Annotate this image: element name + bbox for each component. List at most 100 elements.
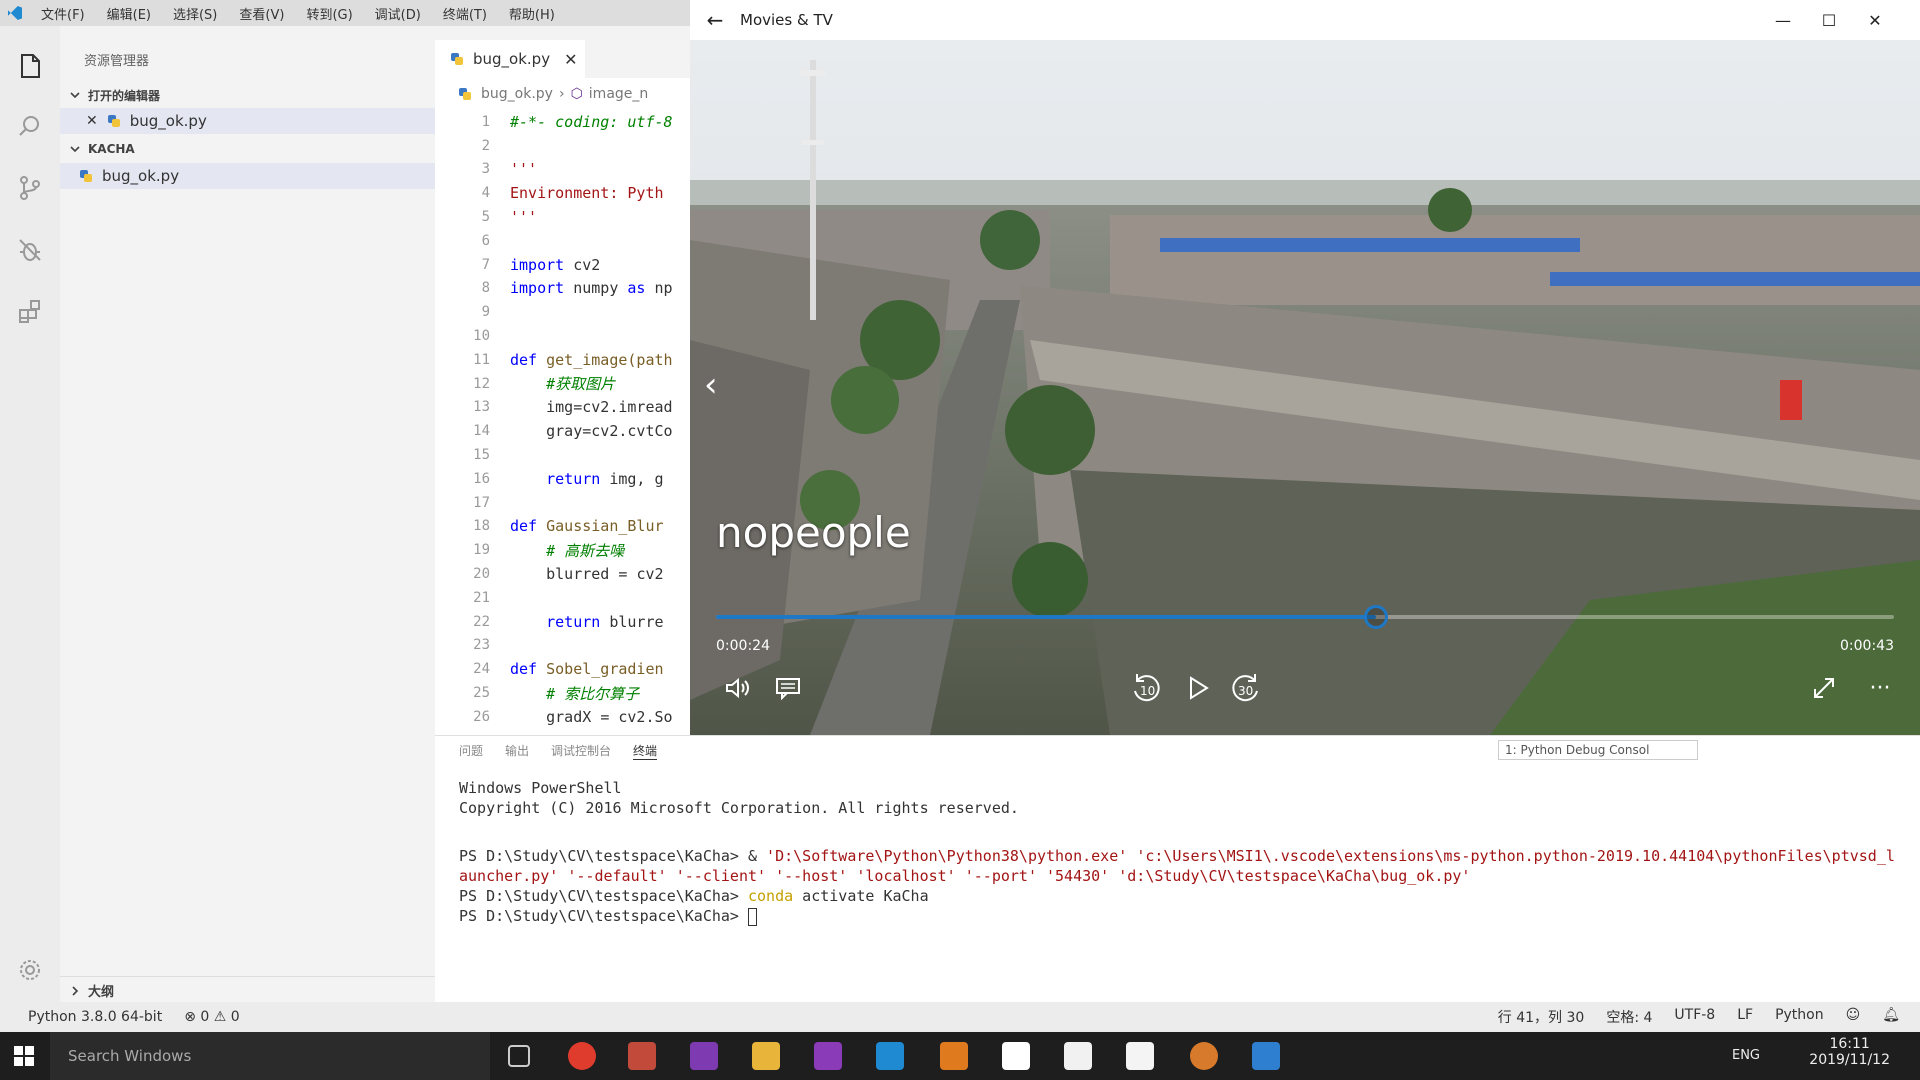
fullscreen-icon[interactable] — [1804, 668, 1844, 708]
problems-count[interactable]: ⊗ 0 ⚠ 0 — [184, 1009, 239, 1025]
start-windows-icon[interactable] — [14, 1046, 34, 1066]
outline-header[interactable]: 大纲 — [60, 976, 435, 1004]
pdf-reader-icon[interactable] — [628, 1042, 656, 1070]
menu-file[interactable]: 文件(F) — [30, 4, 96, 23]
code-line[interactable]: 26 gradX = cv2.So — [435, 705, 690, 729]
open-editors-header[interactable]: 打开的编辑器 — [60, 84, 435, 106]
end-of-line[interactable]: LF — [1737, 1007, 1753, 1027]
subtitles-icon[interactable] — [768, 668, 808, 708]
notifications-bell-icon[interactable]: 🔔︎ — [1882, 1007, 1900, 1027]
search-icon[interactable] — [14, 110, 46, 142]
chrome-icon[interactable] — [568, 1042, 596, 1070]
code-line[interactable]: 12 #获取图片 — [435, 372, 690, 396]
cursor-position[interactable]: 行 41，列 30 — [1498, 1007, 1585, 1027]
tab-bug-ok[interactable]: bug_ok.py ✕ — [435, 40, 585, 78]
code-line[interactable]: 3 ''' — [435, 158, 690, 182]
clock[interactable]: 16:11 2019/11/12 — [1809, 1036, 1890, 1068]
code-text: #获取图片 — [510, 375, 616, 394]
breadcrumb-symbol[interactable]: image_n — [589, 86, 648, 102]
app-icon[interactable] — [1252, 1042, 1280, 1070]
play-icon[interactable] — [1178, 668, 1218, 708]
feedback-smiley-icon[interactable]: ☺ — [1846, 1007, 1861, 1027]
folder-file-item[interactable]: bug_ok.py — [60, 163, 435, 189]
python-interpreter[interactable]: Python 3.8.0 64-bit — [28, 1009, 162, 1025]
code-line[interactable]: 16 return img, g — [435, 467, 690, 491]
file-explorer-icon[interactable] — [752, 1042, 780, 1070]
menu-debug[interactable]: 调试(D) — [364, 4, 432, 23]
tab-debug-console[interactable]: 调试控制台 — [551, 742, 611, 760]
code-line[interactable]: 14 gray=cv2.cvtCo — [435, 419, 690, 443]
maximize-icon[interactable]: ☐ — [1806, 0, 1852, 40]
seek-thumb[interactable] — [1363, 605, 1388, 629]
tab-close-icon[interactable]: ✕ — [564, 50, 577, 69]
tab-output[interactable]: 输出 — [505, 742, 529, 760]
debug-icon[interactable] — [14, 234, 46, 266]
terminal-output[interactable]: Windows PowerShell Copyright (C) 2016 Mi… — [459, 778, 1919, 926]
onenote-icon[interactable] — [690, 1042, 718, 1070]
code-line[interactable]: 19 # 高斯去噪 — [435, 538, 690, 562]
code-line[interactable]: 6 — [435, 229, 690, 253]
visual-studio-icon[interactable] — [814, 1042, 842, 1070]
close-icon[interactable]: ✕ — [86, 113, 98, 129]
more-options-icon[interactable]: ··· — [1860, 668, 1900, 708]
input-language[interactable]: ENG — [1732, 1048, 1760, 1063]
skip-back-icon[interactable]: 10 — [1126, 668, 1166, 708]
skip-forward-icon[interactable]: 30 — [1226, 668, 1266, 708]
menu-selection[interactable]: 选择(S) — [162, 4, 228, 23]
back-arrow-icon[interactable]: ← — [690, 8, 740, 32]
code-line[interactable]: 5 ''' — [435, 205, 690, 229]
code-line[interactable]: 9 — [435, 300, 690, 324]
previous-chevron-icon[interactable]: ‹ — [704, 365, 734, 405]
manage-gear-icon[interactable] — [14, 954, 46, 986]
notepad-icon[interactable] — [1064, 1042, 1092, 1070]
movies-tv-taskbar-icon[interactable] — [1126, 1042, 1154, 1070]
video-frame[interactable]: ‹ nopeople 0:00:24 0:00:43 10 30 ··· — [690, 40, 1920, 735]
indentation[interactable]: 空格: 4 — [1606, 1007, 1652, 1027]
code-line[interactable]: 18 def Gaussian_Blur — [435, 515, 690, 539]
code-line[interactable]: 22 return blurre — [435, 610, 690, 634]
explorer-icon[interactable] — [14, 50, 46, 82]
app-icon[interactable] — [1190, 1042, 1218, 1070]
code-line[interactable]: 2 — [435, 134, 690, 158]
code-line[interactable]: 25 # 索比尔算子 — [435, 681, 690, 705]
breadcrumb-file[interactable]: bug_ok.py — [481, 86, 553, 102]
encoding[interactable]: UTF-8 — [1674, 1007, 1715, 1027]
code-line[interactable]: 1 #-*- coding: utf-8 — [435, 110, 690, 134]
code-line[interactable]: 15 — [435, 443, 690, 467]
folder-header[interactable]: KACHA — [60, 138, 435, 160]
minimize-icon[interactable]: — — [1760, 0, 1806, 40]
code-line[interactable]: 13 img=cv2.imread — [435, 396, 690, 420]
code-line[interactable]: 11 def get_image(path — [435, 348, 690, 372]
menu-terminal[interactable]: 终端(T) — [432, 4, 498, 23]
language-mode[interactable]: Python — [1775, 1007, 1824, 1027]
vscode-taskbar-icon[interactable] — [876, 1042, 904, 1070]
task-view-icon[interactable] — [508, 1045, 530, 1067]
terminal-selector[interactable]: 1: Python Debug Consol — [1498, 740, 1698, 760]
code-line[interactable]: 24 def Sobel_gradien — [435, 657, 690, 681]
menu-go[interactable]: 转到(G) — [295, 4, 363, 23]
menu-view[interactable]: 查看(V) — [228, 4, 295, 23]
code-line[interactable]: 10 — [435, 324, 690, 348]
app-window-icon[interactable] — [1002, 1042, 1030, 1070]
code-line[interactable]: 4 Environment: Pyth — [435, 181, 690, 205]
code-line[interactable]: 7 import cv2 — [435, 253, 690, 277]
menu-help[interactable]: 帮助(H) — [498, 4, 566, 23]
code-line[interactable]: 21 — [435, 586, 690, 610]
volume-icon[interactable] — [718, 668, 758, 708]
close-icon[interactable]: ✕ — [1852, 0, 1898, 40]
tab-terminal[interactable]: 终端 — [633, 742, 658, 760]
source-control-icon[interactable] — [14, 172, 46, 204]
app-icon[interactable] — [940, 1042, 968, 1070]
code-line[interactable]: 23 — [435, 634, 690, 658]
open-editor-item[interactable]: ✕ bug_ok.py — [60, 108, 435, 134]
line-number: 11 — [473, 351, 490, 368]
code-editor[interactable]: 1 #-*- coding: utf-8 2 3 ''' 4 Environment: Py… — [435, 110, 690, 735]
taskbar-search[interactable]: Search Windows — [50, 1032, 490, 1080]
menu-edit[interactable]: 编辑(E) — [96, 4, 162, 23]
extensions-icon[interactable] — [14, 296, 46, 328]
tab-problems[interactable]: 问题 — [459, 742, 483, 760]
seek-bar[interactable] — [716, 605, 1894, 629]
code-line[interactable]: 17 — [435, 491, 690, 515]
code-line[interactable]: 20 blurred = cv2 — [435, 562, 690, 586]
code-line[interactable]: 8 import numpy as np — [435, 277, 690, 301]
